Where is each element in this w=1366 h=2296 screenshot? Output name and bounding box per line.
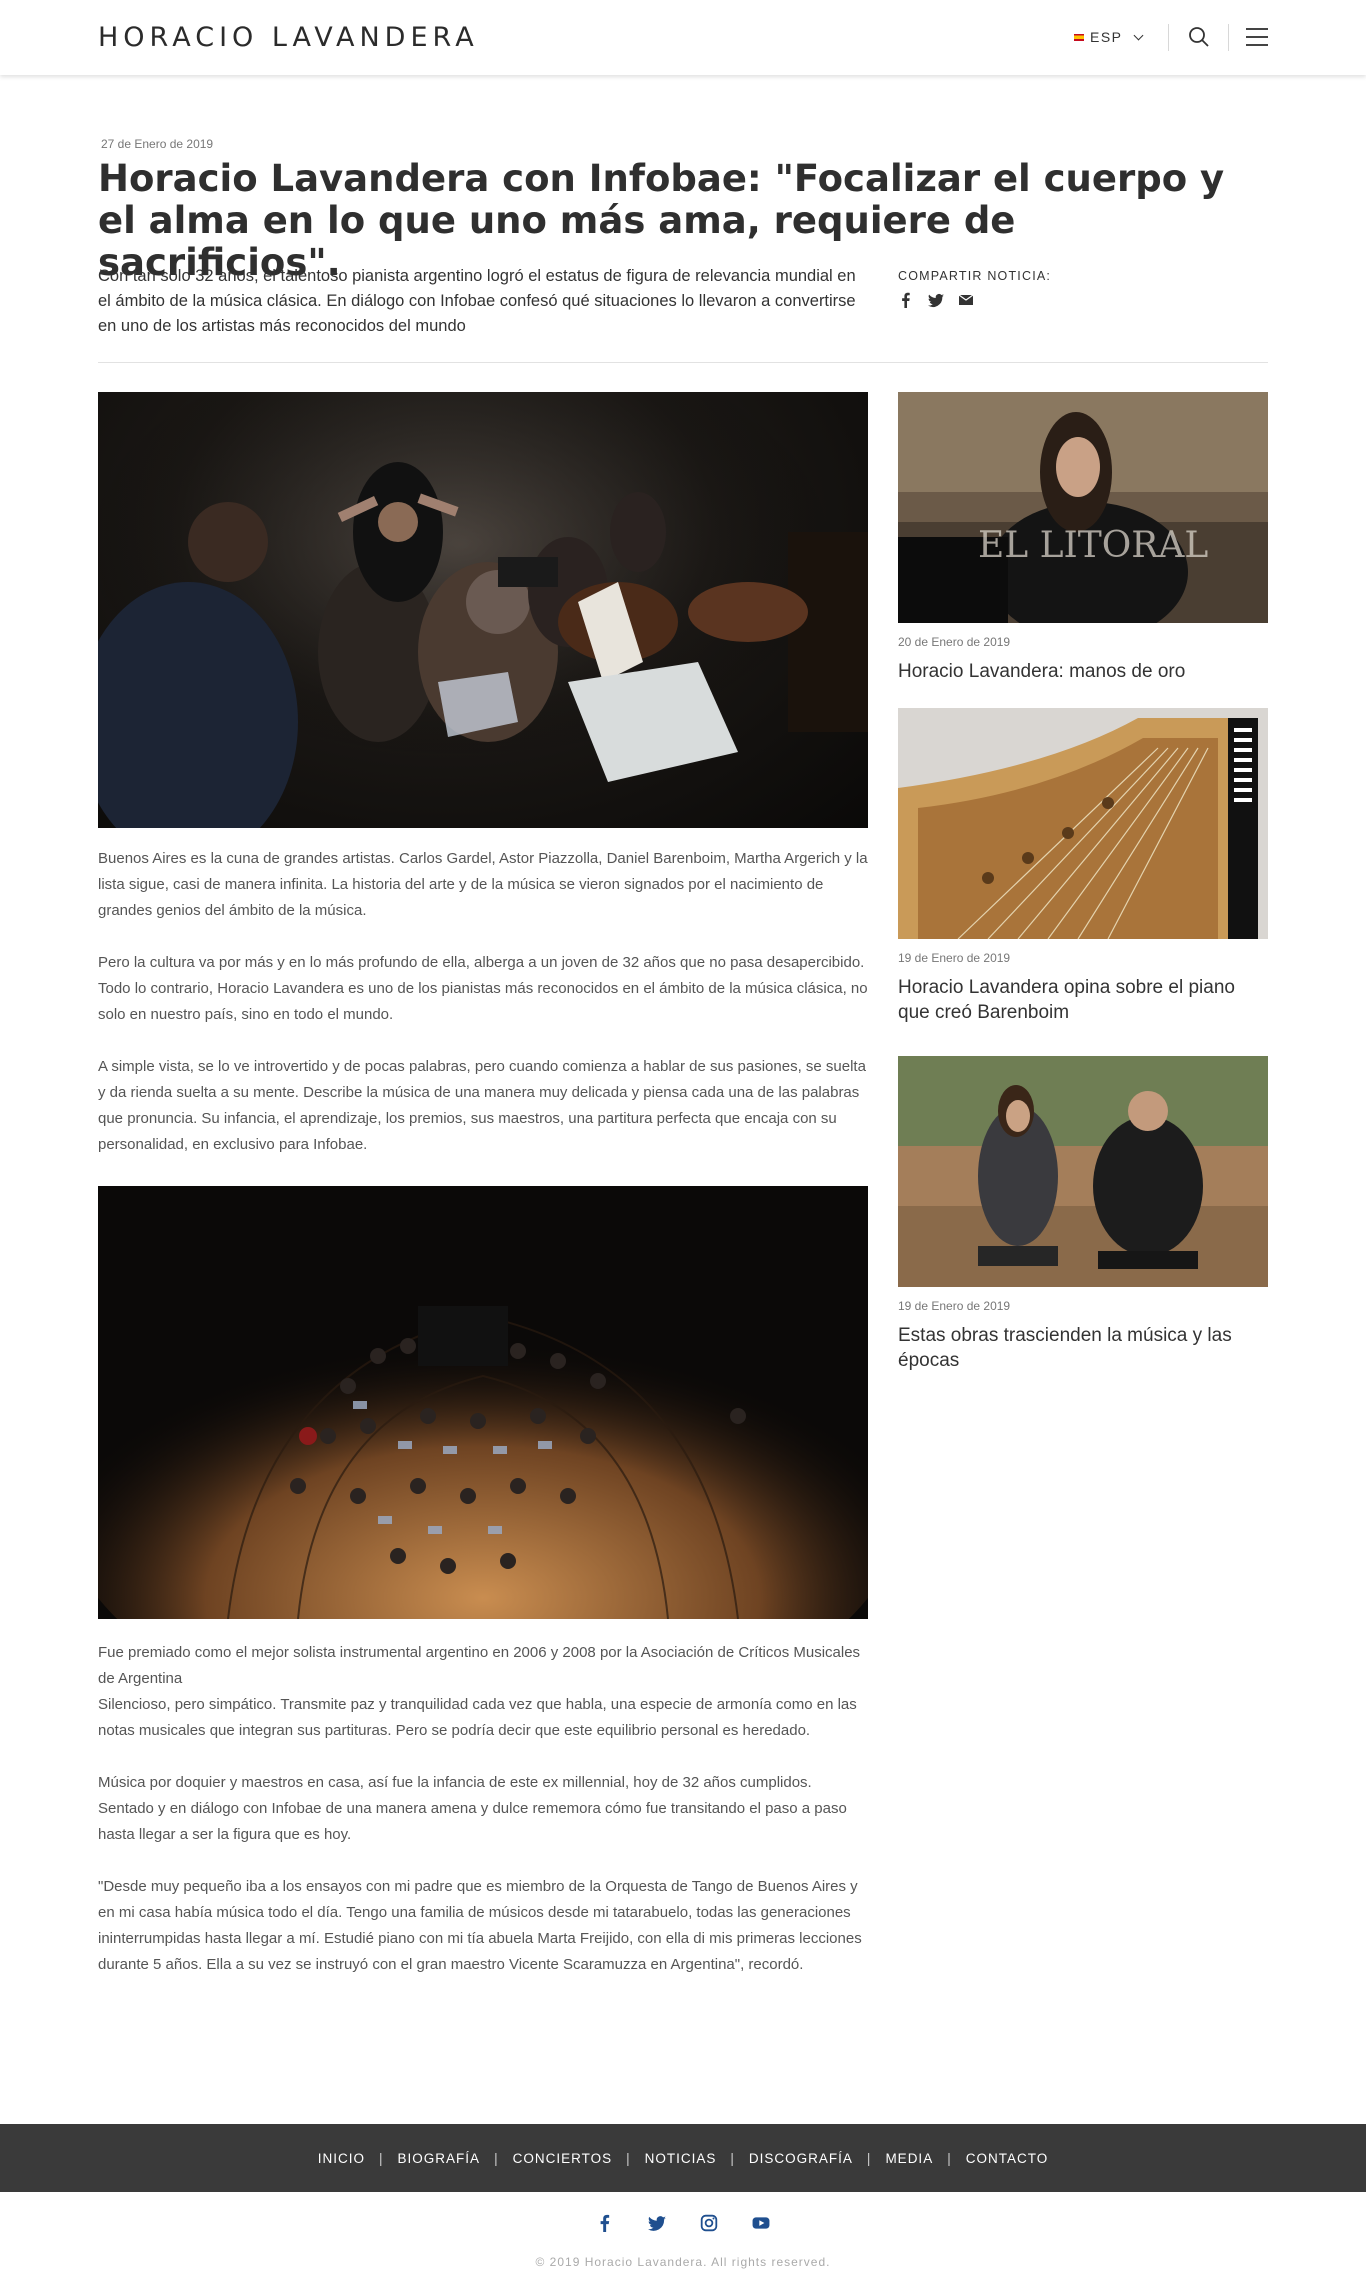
search-icon xyxy=(1189,27,1209,47)
article-paragraph: "Desde muy pequeño iba a los ensayos con… xyxy=(98,1878,862,1973)
share-icons xyxy=(898,292,974,308)
email-icon[interactable] xyxy=(958,292,974,308)
related-news-date: 19 de Enero de 2019 xyxy=(898,951,1011,965)
language-label: ESP xyxy=(1090,29,1123,45)
facebook-icon[interactable] xyxy=(898,292,914,308)
twitter-icon[interactable] xyxy=(928,292,944,308)
related-news-card[interactable]: EL LITORAL 20 de Enero de 2019 Horacio L… xyxy=(898,392,1268,684)
footer-separator: | xyxy=(730,2150,735,2166)
share-label: COMPARTIR NOTICIA: xyxy=(898,269,1052,283)
search-button[interactable] xyxy=(1188,26,1210,48)
footer-separator: | xyxy=(626,2150,631,2166)
footer-separator: | xyxy=(947,2150,952,2166)
article-paragraph: Pero la cultura va por más y en lo más p… xyxy=(98,954,868,1023)
header-divider xyxy=(1228,24,1229,51)
footer-separator: | xyxy=(866,2150,872,2166)
footer-link-noticias[interactable]: NOTICIAS xyxy=(645,2151,717,2166)
footer-link-contacto[interactable]: CONTACTO xyxy=(966,2151,1049,2166)
related-news-card[interactable]: 19 de Enero de 2019 Estas obras trascien… xyxy=(898,1056,1268,1373)
article-paragraph: Buenos Aires es la cuna de grandes artis… xyxy=(98,850,868,919)
footer-nav-bar: INICIO | BIOGRAFÍA | CONCIERTOS | NOTICIAS |… xyxy=(0,2124,1366,2192)
article-image-rehearsal xyxy=(98,392,868,828)
related-news-title[interactable]: Estas obras trascienden la música y las … xyxy=(898,1323,1268,1373)
language-selector[interactable]: ESP xyxy=(1074,29,1143,45)
article-paragraph: Música por doquier y maestros en casa, a… xyxy=(98,1774,847,1843)
footer-link-conciertos[interactable]: CONCIERTOS xyxy=(513,2151,613,2166)
article-lead: Con tan sólo 32 años, el talentoso piani… xyxy=(98,267,856,335)
related-news-image[interactable] xyxy=(898,1056,1268,1287)
spain-flag-icon xyxy=(1074,33,1084,41)
copyright-text: © 2019 Horacio Lavandera. All rights res… xyxy=(535,2255,831,2269)
related-news-image[interactable]: EL LITORAL xyxy=(898,392,1268,623)
facebook-icon[interactable] xyxy=(596,2214,614,2232)
hamburger-icon xyxy=(1246,28,1268,46)
related-news-card[interactable]: 19 de Enero de 2019 Horacio Lavandera op… xyxy=(898,708,1268,1025)
site-logo[interactable]: HORACIO LAVANDERA xyxy=(98,22,479,53)
footer-link-biografia[interactable]: BIOGRAFÍA xyxy=(398,2151,481,2166)
related-news-title[interactable]: Horacio Lavandera opina sobre el piano q… xyxy=(898,975,1268,1025)
menu-button[interactable] xyxy=(1246,28,1268,46)
related-news-date: 20 de Enero de 2019 xyxy=(898,635,1011,649)
header-divider xyxy=(1168,24,1169,51)
article-image-orchestra xyxy=(98,1186,868,1619)
site-header: HORACIO LAVANDERA ESP xyxy=(0,0,1366,75)
article-paragraph: Silencioso, pero simpático. Transmite pa… xyxy=(98,1696,857,1739)
footer-nav: INICIO | BIOGRAFÍA | CONCIERTOS | NOTICIAS |… xyxy=(318,2151,1048,2166)
article-paragraph: Fue premiado como el mejor solista instr… xyxy=(98,1644,861,1687)
footer-link-discografia[interactable]: DISCOGRAFÍA xyxy=(749,2151,853,2166)
related-news-title[interactable]: Horacio Lavandera: manos de oro xyxy=(898,659,1268,684)
article-date: 27 de Enero de 2019 xyxy=(101,137,214,151)
article-body-part-1: Buenos Aires es la cuna de grandes artis… xyxy=(98,846,868,1184)
footer-separator: | xyxy=(379,2150,384,2166)
twitter-icon[interactable] xyxy=(648,2214,666,2232)
instagram-icon[interactable] xyxy=(700,2214,718,2232)
footer-link-inicio[interactable]: INICIO xyxy=(318,2151,365,2166)
article-body-part-2: Fue premiado como el mejor solista instr… xyxy=(98,1640,868,2004)
youtube-icon[interactable] xyxy=(752,2214,770,2232)
related-news-date: 19 de Enero de 2019 xyxy=(898,1299,1011,1313)
footer-separator: | xyxy=(494,2150,499,2166)
heading-divider xyxy=(98,362,1268,363)
footer-link-media[interactable]: MEDIA xyxy=(885,2151,933,2166)
social-links xyxy=(0,2214,1366,2232)
chevron-down-icon xyxy=(1133,30,1143,40)
article-paragraph: A simple vista, se lo ve introvertido y … xyxy=(98,1058,866,1153)
related-news-image[interactable] xyxy=(898,708,1268,939)
watermark-text: EL LITORAL xyxy=(978,525,1208,566)
